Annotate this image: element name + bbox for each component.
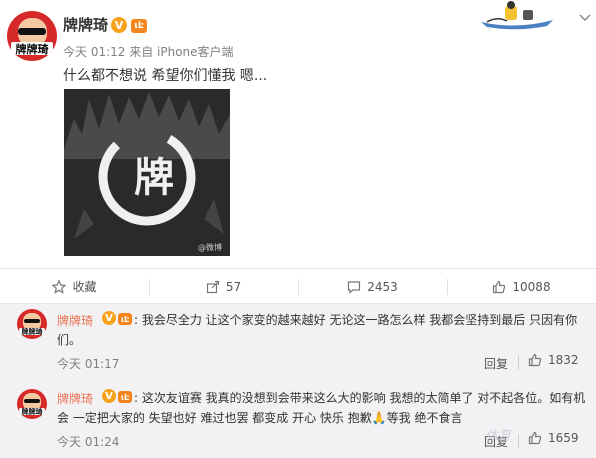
share-button[interactable]: 57: [149, 269, 298, 304]
thumbs-up-icon: [493, 280, 506, 293]
comment-text: : 我会尽全力 让这个家变的越来越好 无论这一路怎么样 我都会坚持到最后 只因有…: [57, 313, 578, 347]
site-watermark: 体育: [485, 429, 512, 444]
comment-avatar[interactable]: 牌牌琦: [17, 309, 47, 339]
verified-v-icon: V: [111, 17, 127, 33]
post-time-source: 今天 01:12 来自 iPhone客户端: [63, 45, 234, 59]
level-badge-icon: ιĿ: [118, 391, 132, 403]
divider: [518, 434, 519, 448]
comment-author-name[interactable]: 牌牌琦: [57, 390, 93, 407]
comment-icon: [348, 280, 361, 294]
level-badge-icon: ιĿ: [131, 19, 147, 33]
thumbs-up-icon: [528, 353, 542, 367]
reply-button[interactable]: 回复: [484, 355, 508, 372]
comment-like-button[interactable]: 1832: [528, 353, 579, 367]
comment-time: 今天 01:24: [57, 435, 120, 449]
level-badge-icon: ιĿ: [118, 313, 132, 325]
avatar-label: 牌牌琦: [19, 408, 45, 416]
comment-button[interactable]: 2453: [298, 269, 447, 304]
post-image[interactable]: 牌 @微博: [64, 89, 230, 256]
team-logo-image: 牌: [64, 89, 230, 256]
comment-author-name[interactable]: 牌牌琦: [57, 312, 93, 329]
avatar-label: 牌牌琦: [19, 328, 45, 336]
comment-like-count: 1832: [548, 353, 579, 367]
comment-text: : 这次友谊赛 我真的没想到会带来这么大的影响 我想的太简单了 对不起各位。如有…: [57, 391, 586, 425]
action-bar: 收藏 57 2453 10088: [0, 268, 596, 304]
share-count: 57: [225, 279, 242, 294]
star-icon: [52, 279, 67, 294]
post-text: 什么都不想说 希望你们懂我 嗯...: [63, 68, 268, 84]
boat-decoration-icon: [481, 1, 553, 30]
like-count: 10088: [512, 279, 551, 294]
comment-time: 今天 01:17: [57, 357, 120, 371]
comment-avatar[interactable]: 牌牌琦: [17, 389, 47, 419]
comment-like-button[interactable]: 1659: [528, 431, 579, 445]
share-icon: [206, 280, 219, 293]
image-watermark: @微博: [198, 243, 222, 252]
logo-glyph: 牌: [134, 154, 174, 201]
comment-count: 2453: [367, 279, 398, 294]
divider: [518, 356, 519, 370]
comment-like-count: 1659: [548, 431, 579, 445]
author-avatar[interactable]: 牌牌琦: [7, 11, 57, 61]
verified-v-icon: V: [102, 311, 116, 325]
chevron-down-icon[interactable]: [578, 10, 592, 24]
favorite-label: 收藏: [72, 280, 97, 294]
thumbs-up-icon: [528, 431, 542, 445]
avatar-label: 牌牌琦: [11, 42, 53, 56]
favorite-button[interactable]: 收藏: [0, 269, 149, 304]
post-author-name[interactable]: 牌牌琦: [63, 14, 108, 35]
like-button[interactable]: 10088: [447, 269, 596, 304]
verified-v-icon: V: [102, 389, 116, 403]
